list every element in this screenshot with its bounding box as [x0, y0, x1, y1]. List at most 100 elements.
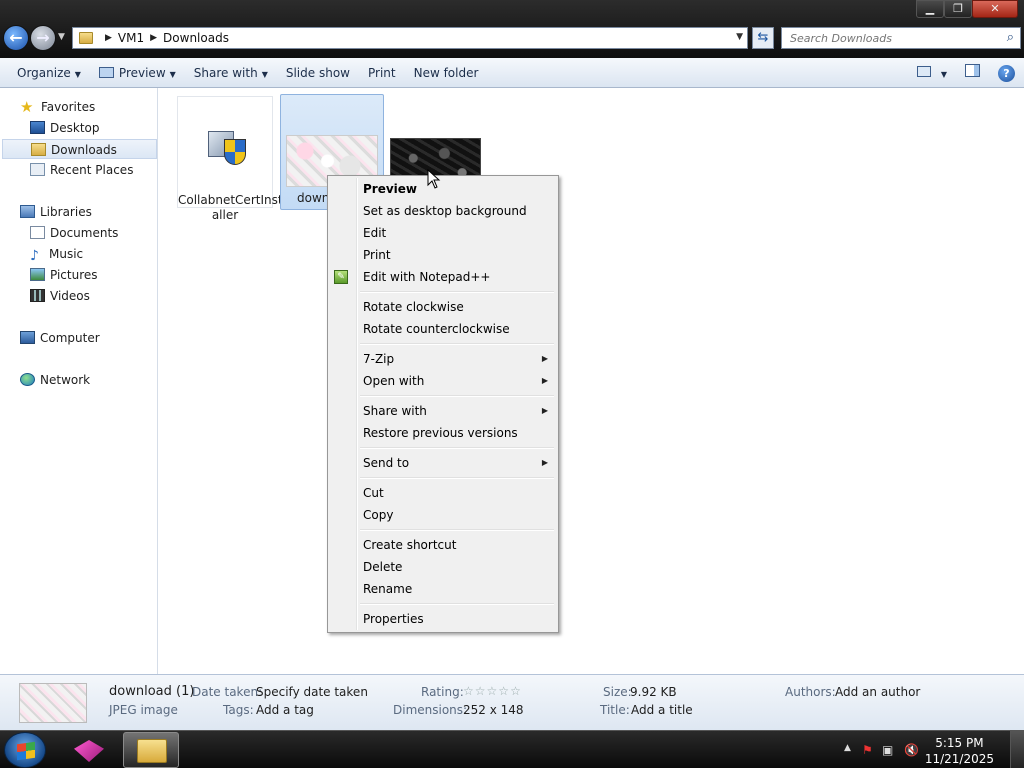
- size-value: 9.92 KB: [630, 685, 677, 699]
- maximize-button[interactable]: ❐: [944, 0, 972, 18]
- nav-computer[interactable]: Computer: [20, 328, 100, 348]
- nav-label: Favorites: [41, 100, 96, 114]
- star-empty-icon[interactable]: ☆: [510, 684, 522, 698]
- preview-pane-button[interactable]: [956, 61, 989, 85]
- date-taken-field[interactable]: Specify date taken: [256, 685, 368, 699]
- preview-label: Preview: [118, 65, 166, 80]
- nav-downloads[interactable]: Downloads: [2, 139, 157, 159]
- network-status-icon[interactable]: ▣: [882, 743, 893, 757]
- nav-libraries[interactable]: Libraries: [20, 202, 92, 222]
- recent-pages-dropdown[interactable]: ▼: [58, 32, 65, 42]
- menu-item-create-shortcut[interactable]: Create shortcut: [330, 534, 556, 556]
- menu-item-print[interactable]: Print: [330, 244, 556, 266]
- new-folder-button[interactable]: New folder: [405, 61, 488, 85]
- menu-item-edit[interactable]: Edit: [330, 222, 556, 244]
- chevron-down-icon: ▼: [169, 69, 176, 79]
- context-menu: Preview Set as desktop background Edit P…: [327, 175, 559, 633]
- windows-logo-icon: [17, 741, 35, 761]
- star-empty-icon[interactable]: ☆: [463, 684, 475, 698]
- menu-separator: [360, 291, 554, 293]
- print-button[interactable]: Print: [359, 61, 405, 85]
- file-name-line: aller: [211, 208, 239, 222]
- search-box[interactable]: ⌕: [781, 27, 1021, 49]
- nav-desktop[interactable]: Desktop: [30, 118, 100, 138]
- chevron-right-icon[interactable]: ▶: [150, 33, 157, 43]
- menu-item-properties[interactable]: Properties: [330, 608, 556, 630]
- title-field[interactable]: Add a title: [631, 703, 693, 717]
- arrow-left-icon: ←: [9, 28, 23, 47]
- menu-item-preview[interactable]: Preview: [330, 178, 556, 200]
- close-button[interactable]: ✕: [972, 0, 1018, 18]
- menu-item-rotate-clockwise[interactable]: Rotate clockwise: [330, 296, 556, 318]
- rating-label: Rating:: [421, 685, 464, 699]
- back-button[interactable]: ←: [3, 25, 29, 51]
- nav-favorites[interactable]: ★ Favorites: [20, 97, 95, 117]
- address-dropdown-icon[interactable]: ▼: [736, 32, 743, 42]
- menu-item-label: Edit with Notepad++: [363, 270, 491, 284]
- nav-videos[interactable]: Videos: [30, 286, 90, 306]
- menu-item-cut[interactable]: Cut: [330, 482, 556, 504]
- tags-label: Tags:: [223, 703, 254, 717]
- search-input[interactable]: [782, 28, 990, 48]
- menu-item-share-with[interactable]: Share with ▶: [330, 400, 556, 422]
- menu-item-rename[interactable]: Rename: [330, 578, 556, 600]
- nav-documents[interactable]: Documents: [30, 223, 118, 243]
- libraries-icon: [20, 205, 35, 218]
- preview-pane-icon: [965, 64, 980, 77]
- rating-stars[interactable]: ☆☆☆☆☆: [463, 684, 522, 698]
- nav-network[interactable]: Network: [20, 370, 90, 390]
- nav-recent-places[interactable]: Recent Places: [30, 160, 133, 180]
- show-desktop-button[interactable]: [1010, 731, 1024, 768]
- details-pane: download (1) JPEG image Date taken: Spec…: [0, 674, 1024, 730]
- menu-item-send-to[interactable]: Send to ▶: [330, 452, 556, 474]
- menu-item-label: Open with: [363, 374, 425, 388]
- action-center-icon[interactable]: ⚑: [862, 743, 873, 757]
- breadcrumb-vm1[interactable]: VM1: [118, 31, 144, 45]
- menu-separator: [360, 447, 554, 449]
- share-with-button[interactable]: Share with ▼: [185, 61, 277, 85]
- star-empty-icon[interactable]: ☆: [487, 684, 499, 698]
- window-controls: ▁ ❐ ✕: [916, 0, 1018, 20]
- search-icon[interactable]: ⌕: [1007, 30, 1014, 45]
- taskbar-app-explorer[interactable]: [123, 732, 179, 768]
- breadcrumb-downloads[interactable]: Downloads: [163, 31, 229, 45]
- start-button[interactable]: [4, 732, 46, 768]
- menu-separator: [360, 395, 554, 397]
- forward-button[interactable]: →: [30, 25, 56, 51]
- menu-item-set-desktop-background[interactable]: Set as desktop background: [330, 200, 556, 222]
- menu-item-copy[interactable]: Copy: [330, 504, 556, 526]
- title-label: Title:: [600, 703, 630, 717]
- menu-item-restore-previous-versions[interactable]: Restore previous versions: [330, 422, 556, 444]
- help-icon: ?: [998, 65, 1015, 82]
- menu-item-7zip[interactable]: 7-Zip ▶: [330, 348, 556, 370]
- clock[interactable]: 5:15 PM 11/21/2025: [925, 735, 994, 767]
- taskbar-app-pinned[interactable]: [70, 737, 108, 765]
- file-item[interactable]: CollabnetCertInst aller: [177, 96, 283, 222]
- show-hidden-icons-icon[interactable]: ▲: [844, 743, 851, 753]
- volume-muted-icon[interactable]: 🔇: [904, 743, 919, 757]
- nav-label: Libraries: [40, 205, 92, 219]
- slide-show-button[interactable]: Slide show: [277, 61, 359, 85]
- change-view-button[interactable]: ▼: [908, 61, 956, 85]
- minimize-button[interactable]: ▁: [916, 0, 944, 18]
- address-bar[interactable]: ▶ VM1 ▶ Downloads ▼: [72, 27, 748, 49]
- details-file-name: download (1): [109, 684, 195, 699]
- help-button[interactable]: ?: [989, 61, 1024, 85]
- chevron-right-icon[interactable]: ▶: [105, 33, 112, 43]
- nav-label: Recent Places: [50, 163, 134, 177]
- menu-item-edit-notepadpp[interactable]: ✎ Edit with Notepad++: [330, 266, 556, 288]
- date-taken-label: Date taken:: [192, 685, 263, 699]
- menu-item-delete[interactable]: Delete: [330, 556, 556, 578]
- star-empty-icon[interactable]: ☆: [498, 684, 510, 698]
- refresh-button[interactable]: ⇆: [752, 27, 774, 49]
- organize-button[interactable]: Organize ▼: [8, 61, 90, 85]
- preview-button[interactable]: Preview ▼: [90, 61, 185, 85]
- nav-music[interactable]: ♪ Music: [30, 244, 83, 264]
- menu-item-open-with[interactable]: Open with ▶: [330, 370, 556, 392]
- tags-field[interactable]: Add a tag: [256, 703, 314, 717]
- nav-pictures[interactable]: Pictures: [30, 265, 98, 285]
- star-empty-icon[interactable]: ☆: [475, 684, 487, 698]
- authors-field[interactable]: Add an author: [835, 685, 920, 699]
- menu-item-rotate-counterclockwise[interactable]: Rotate counterclockwise: [330, 318, 556, 340]
- submenu-arrow-icon: ▶: [541, 354, 548, 363]
